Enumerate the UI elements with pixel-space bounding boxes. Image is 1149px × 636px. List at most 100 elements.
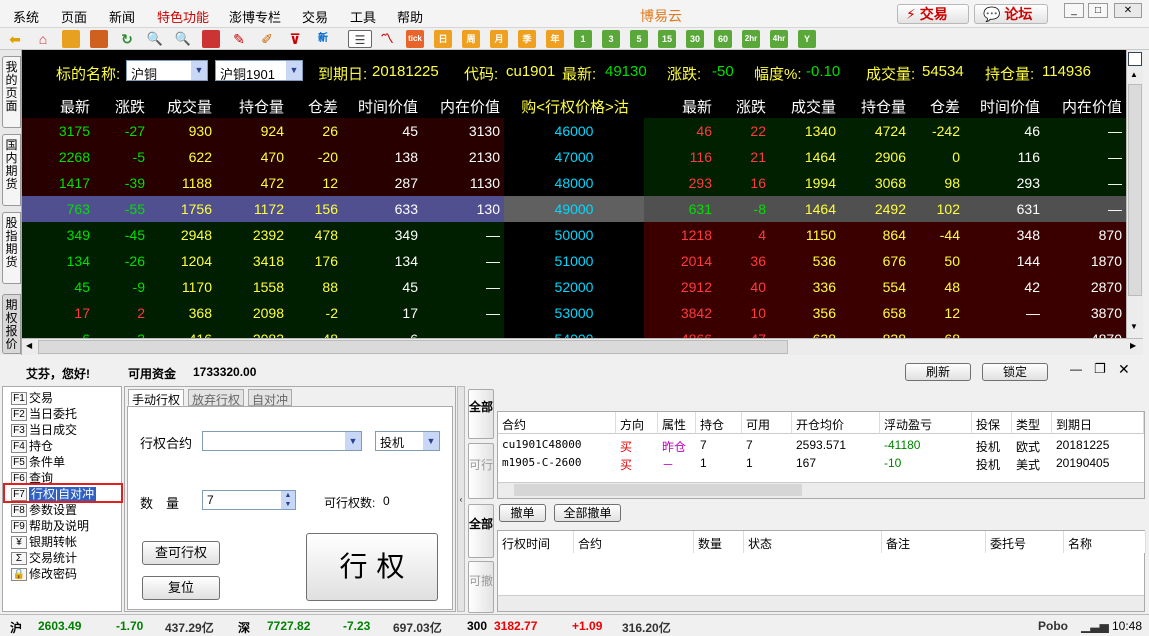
positions-header[interactable]: 开仓均价 <box>792 412 880 434</box>
scroll-right-icon[interactable]: ▶ <box>1130 341 1136 350</box>
vscroll-thumb[interactable] <box>1128 84 1142 296</box>
orders-hscroll[interactable] <box>498 595 1144 611</box>
hedge-select[interactable]: 投机 ▼ <box>375 431 440 451</box>
orders-header[interactable]: 合约 <box>574 531 694 553</box>
positions-cell[interactable]: -10 <box>880 456 972 474</box>
refresh-icon[interactable]: ↻ <box>118 30 136 48</box>
trade-menu-item[interactable]: F3 当日成交 <box>11 421 77 438</box>
menu-tools[interactable]: 工具 <box>350 7 376 26</box>
menu-column[interactable]: 澎博专栏 <box>229 7 281 26</box>
positions-cell[interactable]: 20181225 <box>1052 438 1144 456</box>
quote-row[interactable]: 1417 -39 1188 472 12 287 1130 48000 293 16 1994 306… <box>22 170 1126 196</box>
tab-option-quotes[interactable]: 期权报价 <box>2 294 21 354</box>
positions-header[interactable]: 投保 <box>972 412 1012 434</box>
col-last[interactable]: 最新 <box>44 96 90 117</box>
positions-cell[interactable]: 7 <box>742 438 792 456</box>
positions-cell[interactable]: cu1901C48000 <box>498 438 616 456</box>
positions-header[interactable]: 浮动盈亏 <box>880 412 972 434</box>
col-put-oi-change[interactable]: 仓差 <box>910 96 960 117</box>
quote-vscroll[interactable]: ▲ ▼ <box>1126 50 1143 338</box>
positions-cell[interactable]: 买 <box>616 438 658 456</box>
col-put-change[interactable]: 涨跌 <box>716 96 766 117</box>
trade-menu-item[interactable]: Σ 交易统计 <box>11 549 77 566</box>
positions-hscroll-thumb[interactable] <box>514 484 802 496</box>
exercise-button[interactable]: 行 权 <box>306 533 438 601</box>
back-icon[interactable]: ⬅ <box>6 30 24 48</box>
tab-my-page[interactable]: 我的页面 <box>2 56 21 128</box>
scroll-down-icon[interactable]: ▼ <box>1130 322 1138 331</box>
menu-features[interactable]: 特色功能 <box>157 7 209 26</box>
trade-menu-item[interactable]: F2 当日委托 <box>11 405 77 422</box>
zoom-out-icon[interactable]: 🔍 <box>174 30 192 48</box>
panel-toggle-icon[interactable] <box>1128 52 1142 66</box>
positions-cell[interactable]: 7 <box>696 438 742 456</box>
period-3[interactable]: 3 <box>602 30 620 48</box>
brush-icon[interactable]: ✐ <box>258 30 276 48</box>
positions-cell[interactable]: 20190405 <box>1052 456 1144 474</box>
table-icon[interactable]: ☰ <box>348 30 372 48</box>
quote-row[interactable]: 6 -3 416 2082 48 6 — 54000 4866 47 638 838 68 — 4870 <box>22 326 1126 338</box>
cancelable-button[interactable]: 可撤 <box>468 561 494 613</box>
period-quarter[interactable]: 季 <box>518 30 536 48</box>
menu-news[interactable]: 新闻 <box>109 7 135 26</box>
period-60[interactable]: 60 <box>714 30 732 48</box>
positions-cell[interactable]: 买 <box>616 456 658 474</box>
positions-cell[interactable]: 167 <box>792 456 880 474</box>
col-time-value[interactable]: 时间价值 <box>342 96 418 117</box>
positions-cell[interactable]: 2593.571 <box>792 438 880 456</box>
positions-cell[interactable]: m1905-C-2600 <box>498 456 616 474</box>
minimize-icon[interactable]: — <box>1070 362 1082 376</box>
positions-cell[interactable]: 投机 <box>972 438 1012 456</box>
spinner-icon[interactable]: ▲ ▼ <box>281 491 295 509</box>
chart-bars-icon[interactable] <box>90 30 108 48</box>
period-30[interactable]: 30 <box>686 30 704 48</box>
all-positions-button[interactable]: 全部 <box>468 389 494 439</box>
database-icon[interactable] <box>62 30 80 48</box>
period-month[interactable]: 月 <box>490 30 508 48</box>
orders-header[interactable]: 数量 <box>694 531 744 553</box>
menu-page[interactable]: 页面 <box>61 7 87 26</box>
col-oi[interactable]: 持仓量 <box>222 96 284 117</box>
cancel-order-button[interactable]: 撤单 <box>499 504 546 522</box>
orders-header[interactable]: 名称 <box>1064 531 1146 553</box>
zoom-in-icon[interactable]: 🔍 <box>146 30 164 48</box>
trade-button[interactable]: ⚡ 交易 <box>897 4 969 24</box>
period-year[interactable]: 年 <box>546 30 564 48</box>
minimize-icon[interactable]: _ <box>1064 3 1084 18</box>
orders-header[interactable]: 状态 <box>744 531 882 553</box>
maximize-icon[interactable]: □ <box>1088 3 1108 18</box>
scroll-left-icon[interactable]: ◀ <box>26 341 32 350</box>
menu-trade[interactable]: 交易 <box>302 7 328 26</box>
positions-header[interactable]: 可用 <box>742 412 792 434</box>
lock-button[interactable]: 锁定 <box>982 363 1048 381</box>
orders-header[interactable]: 行权时间 <box>498 531 574 553</box>
trade-menu-item[interactable]: F4 持仓 <box>11 437 53 454</box>
trade-menu-item[interactable]: 🔒 修改密码 <box>11 565 77 582</box>
line-chart-icon[interactable]: 〽 <box>378 30 396 48</box>
collapse-splitter[interactable]: ‹ <box>457 386 465 612</box>
col-strike[interactable]: 购<行权价格>沽 <box>510 96 640 117</box>
underlying-select[interactable]: 沪铜1901 ▼ <box>215 60 303 82</box>
period-5[interactable]: 5 <box>630 30 648 48</box>
quantity-stepper[interactable]: 7 ▲ ▼ <box>202 490 296 510</box>
col-put-oi[interactable]: 持仓量 <box>844 96 906 117</box>
tick-button[interactable]: tick <box>406 30 424 48</box>
contract-select[interactable]: ▼ <box>202 431 362 451</box>
positions-cell[interactable]: -41180 <box>880 438 972 456</box>
underlying-type-select[interactable]: 沪铜 ▼ <box>126 60 208 82</box>
filter-icon[interactable]: ⊽ <box>286 30 304 48</box>
tab-index-futures[interactable]: 股指期货 <box>2 212 21 284</box>
quote-hscroll[interactable]: ◀ ▶ <box>22 338 1143 355</box>
exercisable-button[interactable]: 可行 <box>468 443 494 499</box>
positions-cell[interactable]: 1 <box>742 456 792 474</box>
cancel-all-button[interactable]: 全部撤单 <box>554 504 621 522</box>
positions-cell[interactable]: 欧式 <box>1012 438 1052 456</box>
orders-header[interactable]: 备注 <box>882 531 986 553</box>
positions-header[interactable]: 合约 <box>498 412 616 434</box>
period-y[interactable]: Y <box>798 30 816 48</box>
trade-menu-item[interactable]: F8 参数设置 <box>11 501 77 518</box>
refresh-button[interactable]: 刷新 <box>905 363 971 381</box>
tab-domestic-futures[interactable]: 国内期货 <box>2 134 21 206</box>
quote-row[interactable]: 134 -26 1204 3418 176 134 — 51000 2014 36 536 676 50… <box>22 248 1126 274</box>
positions-cell[interactable]: 1 <box>696 456 742 474</box>
